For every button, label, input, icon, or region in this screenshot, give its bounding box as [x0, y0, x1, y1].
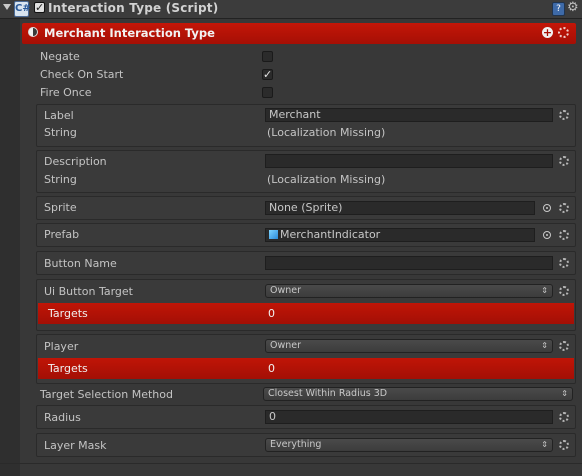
prefab-options-icon[interactable]: [559, 230, 569, 240]
description-input[interactable]: [265, 154, 553, 168]
description-field-label: Description: [44, 155, 107, 168]
options-dots-icon[interactable]: [558, 27, 569, 38]
component-header: C# ✓ Interaction Type (Script) ? ⚙: [0, 0, 582, 19]
button-name-row: Button Name: [36, 251, 576, 275]
ui-button-targets-label: Targets: [48, 307, 88, 320]
layer-mask-options-icon[interactable]: [559, 440, 569, 450]
description-type-label: String: [44, 173, 77, 186]
ui-button-targets-row[interactable]: Targets 0: [38, 303, 574, 324]
negate-checkbox[interactable]: [262, 51, 273, 62]
radius-options-icon[interactable]: [559, 412, 569, 422]
description-options-icon[interactable]: [559, 156, 569, 166]
layer-mask-row: Layer Mask Everything ⇕: [36, 433, 576, 457]
radius-row: Radius 0: [36, 405, 576, 429]
label-input[interactable]: Merchant: [265, 108, 553, 122]
radius-label: Radius: [44, 411, 81, 424]
prefab-value: MerchantIndicator: [280, 228, 381, 241]
component-title: Interaction Type (Script): [48, 1, 219, 15]
sprite-options-icon[interactable]: [559, 203, 569, 213]
player-targets-label: Targets: [48, 362, 88, 375]
sprite-row: Sprite None (Sprite): [36, 196, 576, 220]
add-icon[interactable]: +: [542, 27, 553, 38]
description-group: Description String (Localization Missing…: [36, 150, 576, 193]
half-circle-icon: [28, 27, 38, 37]
radius-input[interactable]: 0: [265, 410, 553, 424]
prefab-cube-icon: [269, 230, 278, 239]
label-localization-status: (Localization Missing): [267, 126, 386, 139]
sprite-label: Sprite: [44, 201, 77, 214]
updown-arrow-icon: ⇕: [541, 286, 548, 295]
fire-once-checkbox[interactable]: [262, 87, 273, 98]
ui-button-target-value: Owner: [270, 285, 302, 296]
player-targets-row[interactable]: Targets 0: [38, 358, 574, 379]
component-enabled-checkbox[interactable]: ✓: [34, 2, 45, 13]
gear-icon[interactable]: ⚙: [567, 0, 579, 15]
layer-mask-label: Layer Mask: [44, 439, 107, 452]
label-options-icon[interactable]: [559, 110, 569, 120]
updown-arrow-icon: ⇕: [541, 341, 548, 350]
ui-button-target-label: Ui Button Target: [44, 285, 133, 298]
script-icon: C#: [14, 1, 31, 17]
player-targets-count: 0: [268, 362, 275, 375]
target-selection-value: Closest Within Radius 3D: [268, 388, 388, 399]
ui-button-target-dropdown[interactable]: Owner ⇕: [265, 284, 553, 298]
label-group: Label Merchant String (Localization Miss…: [36, 104, 576, 147]
label-type-label: String: [44, 126, 77, 139]
target-selection-label: Target Selection Method: [40, 388, 173, 401]
player-value: Owner: [270, 340, 302, 351]
ui-button-target-options-icon[interactable]: [559, 286, 569, 296]
fire-once-label: Fire Once: [40, 86, 92, 99]
prefab-picker-icon[interactable]: [543, 231, 551, 239]
layer-mask-dropdown[interactable]: Everything ⇕: [265, 438, 553, 452]
prefab-label: Prefab: [44, 228, 80, 241]
layer-mask-value: Everything: [270, 439, 322, 450]
sprite-picker-icon[interactable]: [543, 204, 551, 212]
sprite-object-field[interactable]: None (Sprite): [265, 201, 535, 215]
interaction-type-bar: Merchant Interaction Type +: [22, 23, 576, 44]
prefab-row: Prefab MerchantIndicator: [36, 223, 576, 247]
left-gutter: [0, 19, 20, 476]
updown-arrow-icon: ⇕: [541, 440, 548, 449]
check-on-start-label: Check On Start: [40, 68, 124, 81]
ui-button-target-group: Ui Button Target Owner ⇕ Targets 0: [36, 279, 576, 331]
interaction-type-title: Merchant Interaction Type: [44, 26, 215, 40]
bottom-divider: [0, 463, 582, 464]
button-name-options-icon[interactable]: [559, 258, 569, 268]
target-selection-dropdown[interactable]: Closest Within Radius 3D ⇕: [263, 387, 573, 401]
prefab-object-field[interactable]: MerchantIndicator: [265, 228, 535, 242]
player-dropdown[interactable]: Owner ⇕: [265, 339, 553, 353]
negate-label: Negate: [40, 50, 80, 63]
button-name-input[interactable]: [265, 256, 553, 270]
foldout-arrow-icon[interactable]: [3, 4, 11, 10]
description-localization-status: (Localization Missing): [267, 173, 386, 186]
check-on-start-checkbox[interactable]: ✓: [262, 69, 273, 80]
player-options-icon[interactable]: [559, 341, 569, 351]
updown-arrow-icon: ⇕: [561, 389, 568, 398]
player-label: Player: [44, 340, 79, 353]
help-icon[interactable]: ?: [552, 2, 565, 16]
button-name-label: Button Name: [44, 257, 117, 270]
player-group: Player Owner ⇕ Targets 0: [36, 334, 576, 384]
ui-button-targets-count: 0: [268, 307, 275, 320]
label-field-label: Label: [44, 109, 74, 122]
